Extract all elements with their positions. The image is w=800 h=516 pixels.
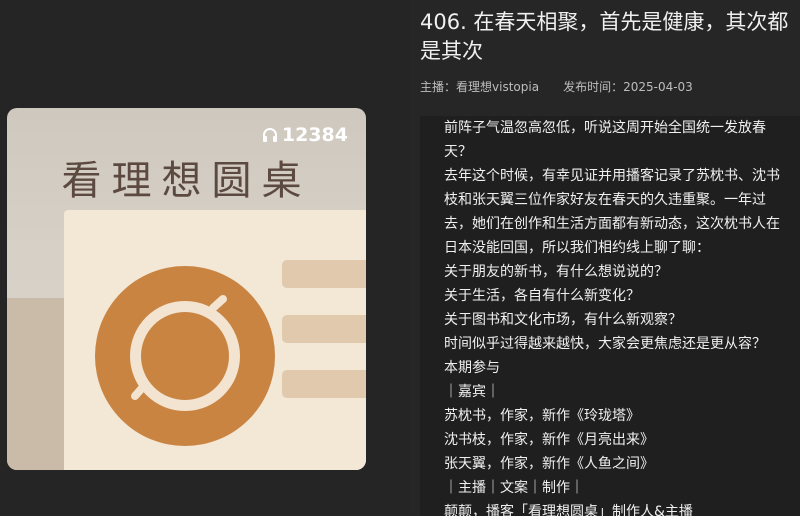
podcast-cover: 12384 看理想圆桌 — [7, 108, 366, 470]
description-line: 关于生活，各自有什么新变化？ — [444, 288, 640, 304]
episode-description[interactable]: 前阵子气温忽高忽低，听说这周开始全国统一发放春天？ 去年这个时候，有幸见证并用播客… — [420, 116, 800, 516]
episode-title: 406. 在春天相聚，首先是健康，其次都是其次 — [420, 10, 789, 63]
publish-date: 2025-04-03 — [623, 80, 693, 94]
description-line: 颠颠，播客「看理想圆桌」制作人&主播 — [444, 504, 693, 516]
description-line: ｜嘉宾｜ — [444, 384, 500, 400]
listen-count-value: 12384 — [281, 124, 348, 146]
description-line: 前阵子气温忽高忽低，听说这周开始全国统一发放春天？ — [444, 120, 766, 160]
left-panel: 12384 看理想圆桌 — [0, 0, 410, 516]
round-table-illustration — [95, 266, 275, 446]
episode-meta: 主播：看理想vistopia 发布时间：2025-04-03 — [420, 78, 693, 95]
description-line: 时间似乎过得越来越快，大家会更焦虑还是更从容？ — [444, 336, 766, 352]
description-line: ｜主播｜文案｜制作｜ — [444, 480, 584, 496]
description-line: 关于图书和文化市场，有什么新观察？ — [444, 312, 682, 328]
episode-panel: 406. 在春天相聚，首先是健康，其次都是其次 主播：看理想vistopia 发… — [410, 0, 800, 516]
decor-bar — [282, 370, 366, 398]
headphones-icon — [262, 128, 277, 142]
description-text: 前阵子气温忽高忽低，听说这周开始全国统一发放春天？ 去年这个时候，有幸见证并用播客… — [420, 116, 800, 516]
decor-bar — [282, 315, 366, 343]
description-line: 去年这个时候，有幸见证并用播客记录了苏枕书、沈书枝和张天翼三位作家好友在春天的久… — [444, 168, 780, 256]
host-name[interactable]: 看理想vistopia — [456, 80, 539, 94]
description-line: 沈书枝，作家，新作《月亮出来》 — [444, 432, 654, 448]
cover-title: 看理想圆桌 — [61, 158, 312, 204]
decor-bar — [282, 260, 366, 288]
description-line: 苏枕书，作家，新作《玲珑塔》 — [444, 408, 640, 424]
description-line: 本期参与 — [444, 360, 500, 376]
description-line: 张天翼，作家，新作《人鱼之间》 — [444, 456, 654, 472]
description-line: 关于朋友的新书，有什么想说说的？ — [444, 264, 668, 280]
host-info: 主播：看理想vistopia — [420, 80, 540, 94]
listen-count: 12384 — [262, 124, 348, 146]
publish-info: 发布时间：2025-04-03 — [563, 80, 693, 94]
